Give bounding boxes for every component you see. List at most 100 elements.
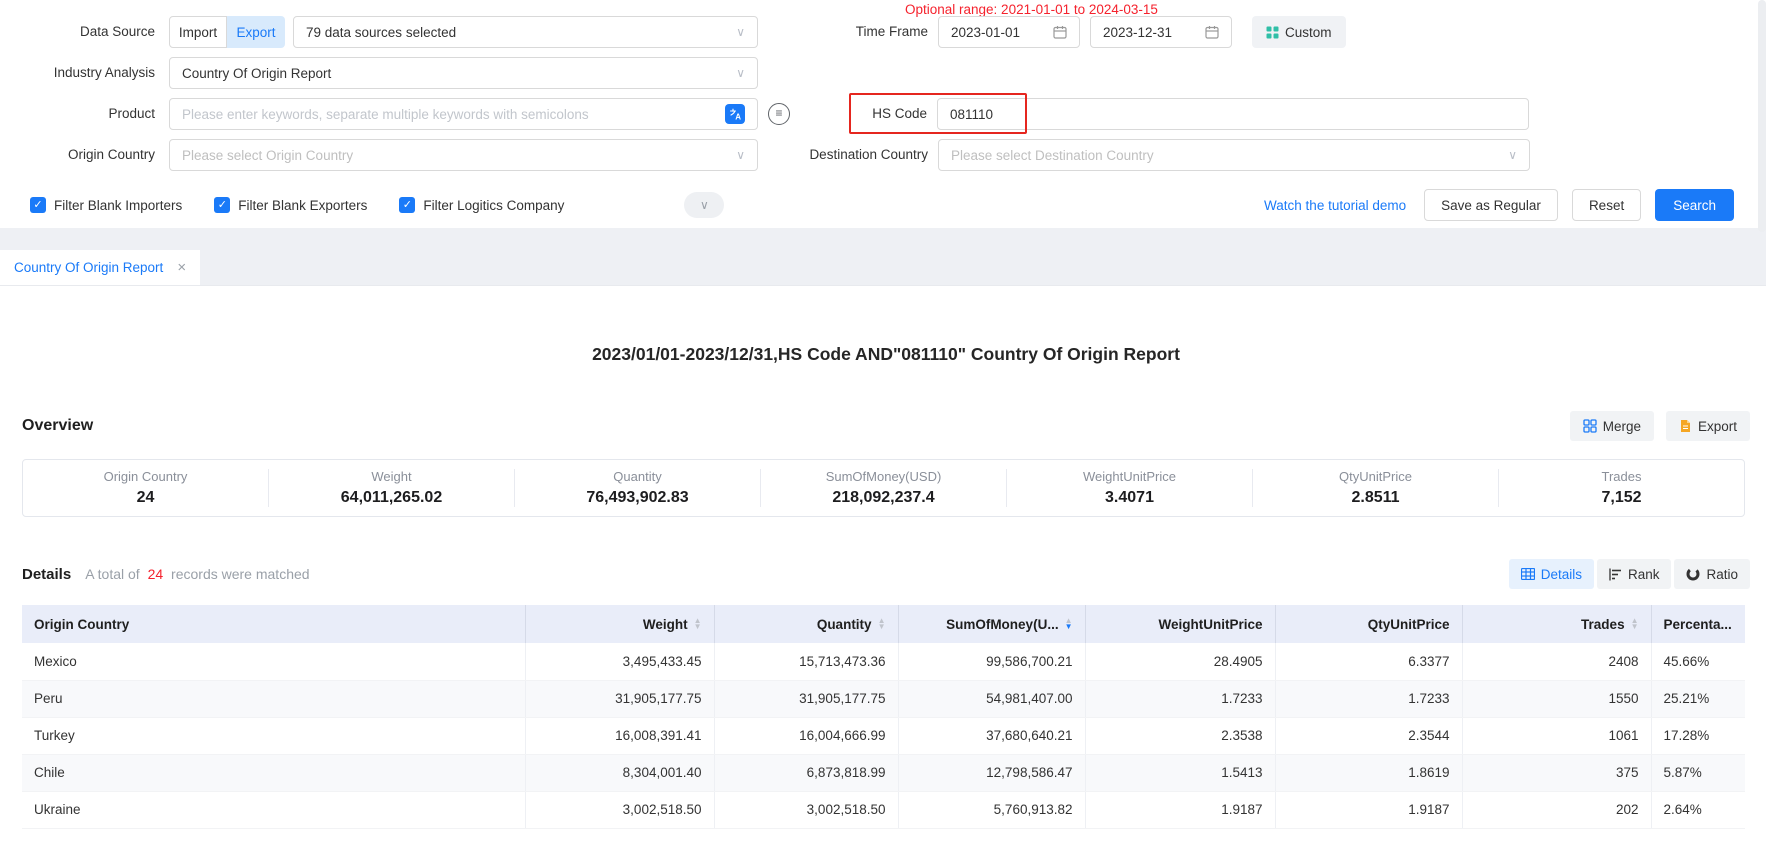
column-header-sumofmoney-u[interactable]: SumOfMoney(U... ▲▼ [898,605,1085,643]
table-header-row: Origin CountryWeight▲▼Quantity▲▼SumOfMon… [22,605,1745,643]
cell-value: 6.3377 [1275,643,1462,680]
checkbox-check-icon: ✓ [30,197,46,213]
product-label: Product [0,98,155,130]
overview-stat: WeightUnitPrice 3.4071 [1006,469,1252,507]
match-prefix: A total of [85,566,139,582]
overview-stat: Quantity76,493,902.83 [514,469,760,507]
industry-analysis-label: Industry Analysis [0,57,155,89]
view-ratio-button[interactable]: Ratio [1674,559,1750,589]
report-title: 2023/01/01-2023/12/31,HS Code AND"081110… [22,344,1750,365]
column-label: WeightUnitPrice [1158,617,1262,632]
hs-code-input[interactable] [950,107,1516,122]
import-toggle-button[interactable]: Import [169,16,227,48]
cell-value: 1.7233 [1085,680,1275,717]
view-details-label: Details [1541,567,1582,582]
column-header-trades[interactable]: Trades▲▼ [1462,605,1651,643]
cell-value: 375 [1462,754,1651,791]
scrollbar-track[interactable] [1758,0,1766,232]
report-content: 2023/01/01-2023/12/31,HS Code AND"081110… [0,344,1766,829]
overview-stat: Trades7,152 [1498,469,1744,507]
search-button[interactable]: Search [1655,189,1734,221]
product-input-wrap: A [169,98,758,130]
end-date-value: 2023-12-31 [1103,25,1172,40]
stat-value: 76,493,902.83 [515,489,760,507]
end-date-input[interactable]: 2023-12-31 [1090,16,1232,48]
tab-bar: Country Of Origin Report × [0,250,1766,286]
cell-value: 1061 [1462,717,1651,754]
column-label: Percenta... [1664,617,1732,632]
column-header-qtyunitprice: QtyUnitPrice [1275,605,1462,643]
origin-country-select[interactable]: Please select Origin Country ∨ [169,139,758,171]
checkbox-check-icon: ✓ [214,197,230,213]
merge-button[interactable]: Merge [1570,411,1654,441]
hs-code-label: HS Code [807,98,927,130]
translate-icon[interactable]: A [725,104,745,124]
data-source-label: Data Source [0,16,155,48]
close-icon[interactable]: × [177,259,186,276]
cell-origin-country: Turkey [22,717,525,754]
column-header-quantity[interactable]: Quantity▲▼ [714,605,898,643]
stat-value: 218,092,237.4 [761,489,1006,507]
view-rank-button[interactable]: Rank [1597,559,1672,589]
custom-grid-icon [1266,26,1279,39]
start-date-value: 2023-01-01 [951,25,1020,40]
export-toggle-button[interactable]: Export [227,16,285,48]
column-header-weight[interactable]: Weight▲▼ [525,605,714,643]
cell-value: 31,905,177.75 [525,680,714,717]
destination-country-select[interactable]: Please select Destination Country ∨ [938,139,1530,171]
sort-carets-icon[interactable]: ▲▼ [1065,618,1073,630]
stat-label: WeightUnitPrice [1007,469,1252,484]
svg-text:A: A [735,113,741,122]
cell-value: 25.21% [1651,680,1745,717]
tutorial-link[interactable]: Watch the tutorial demo [1264,198,1406,213]
stat-value: 3.4071 [1007,489,1252,507]
table-row: Mexico3,495,433.4515,713,473.3699,586,70… [22,643,1745,680]
filter-blank-exporters-checkbox[interactable]: ✓ Filter Blank Exporters [214,197,367,213]
reset-button[interactable]: Reset [1572,189,1641,221]
match-summary: A total of 24 records were matched [85,566,309,582]
overview-stat: Origin Country24 [23,469,268,507]
sort-carets-icon[interactable]: ▲▼ [1631,618,1639,630]
tab-country-of-origin-report[interactable]: Country Of Origin Report × [0,250,200,285]
save-as-regular-button[interactable]: Save as Regular [1424,189,1558,221]
cell-value: 2408 [1462,643,1651,680]
cell-value: 1.9187 [1085,791,1275,828]
cell-value: 17.28% [1651,717,1745,754]
cell-value: 3,002,518.50 [525,791,714,828]
sort-carets-icon[interactable]: ▲▼ [878,618,886,630]
industry-analysis-select[interactable]: Country Of Origin Report ∨ [169,57,758,89]
stat-label: Weight [269,469,514,484]
start-date-input[interactable]: 2023-01-01 [938,16,1080,48]
calendar-icon [1205,25,1219,39]
cell-value: 28.4905 [1085,643,1275,680]
cell-value: 15,713,473.36 [714,643,898,680]
destination-country-label: Destination Country [808,139,928,171]
export-button[interactable]: Export [1666,411,1750,441]
overview-stats-card: Origin Country24Weight64,011,265.02Quant… [22,459,1745,517]
collapse-filters-button[interactable]: ∨ [684,192,724,218]
data-sources-select[interactable]: 79 data sources selected ∨ [293,16,758,48]
view-rank-label: Rank [1628,567,1660,582]
filter-blank-importers-checkbox[interactable]: ✓ Filter Blank Importers [30,197,182,213]
circle-menu-icon[interactable]: ≡ [768,103,790,125]
column-label: SumOfMoney(U... [946,617,1059,632]
custom-range-button[interactable]: Custom [1252,16,1346,48]
filter-logistics-company-checkbox[interactable]: ✓ Filter Logitics Company [399,197,564,213]
details-heading: Details [22,566,71,583]
cell-value: 1.7233 [1275,680,1462,717]
sort-carets-icon[interactable]: ▲▼ [694,618,702,630]
cell-value: 6,873,818.99 [714,754,898,791]
destination-country-placeholder: Please select Destination Country [951,148,1154,163]
cell-value: 1550 [1462,680,1651,717]
chevron-down-icon: ∨ [700,198,709,212]
product-input[interactable] [182,107,717,122]
view-details-button[interactable]: Details [1509,559,1594,589]
merge-label: Merge [1603,419,1641,434]
cell-value: 2.3544 [1275,717,1462,754]
cell-value: 202 [1462,791,1651,828]
chevron-down-icon: ∨ [1508,148,1517,162]
cell-value: 31,905,177.75 [714,680,898,717]
checkbox-label: Filter Logitics Company [423,198,564,213]
cell-value: 37,680,640.21 [898,717,1085,754]
cell-value: 45.66% [1651,643,1745,680]
